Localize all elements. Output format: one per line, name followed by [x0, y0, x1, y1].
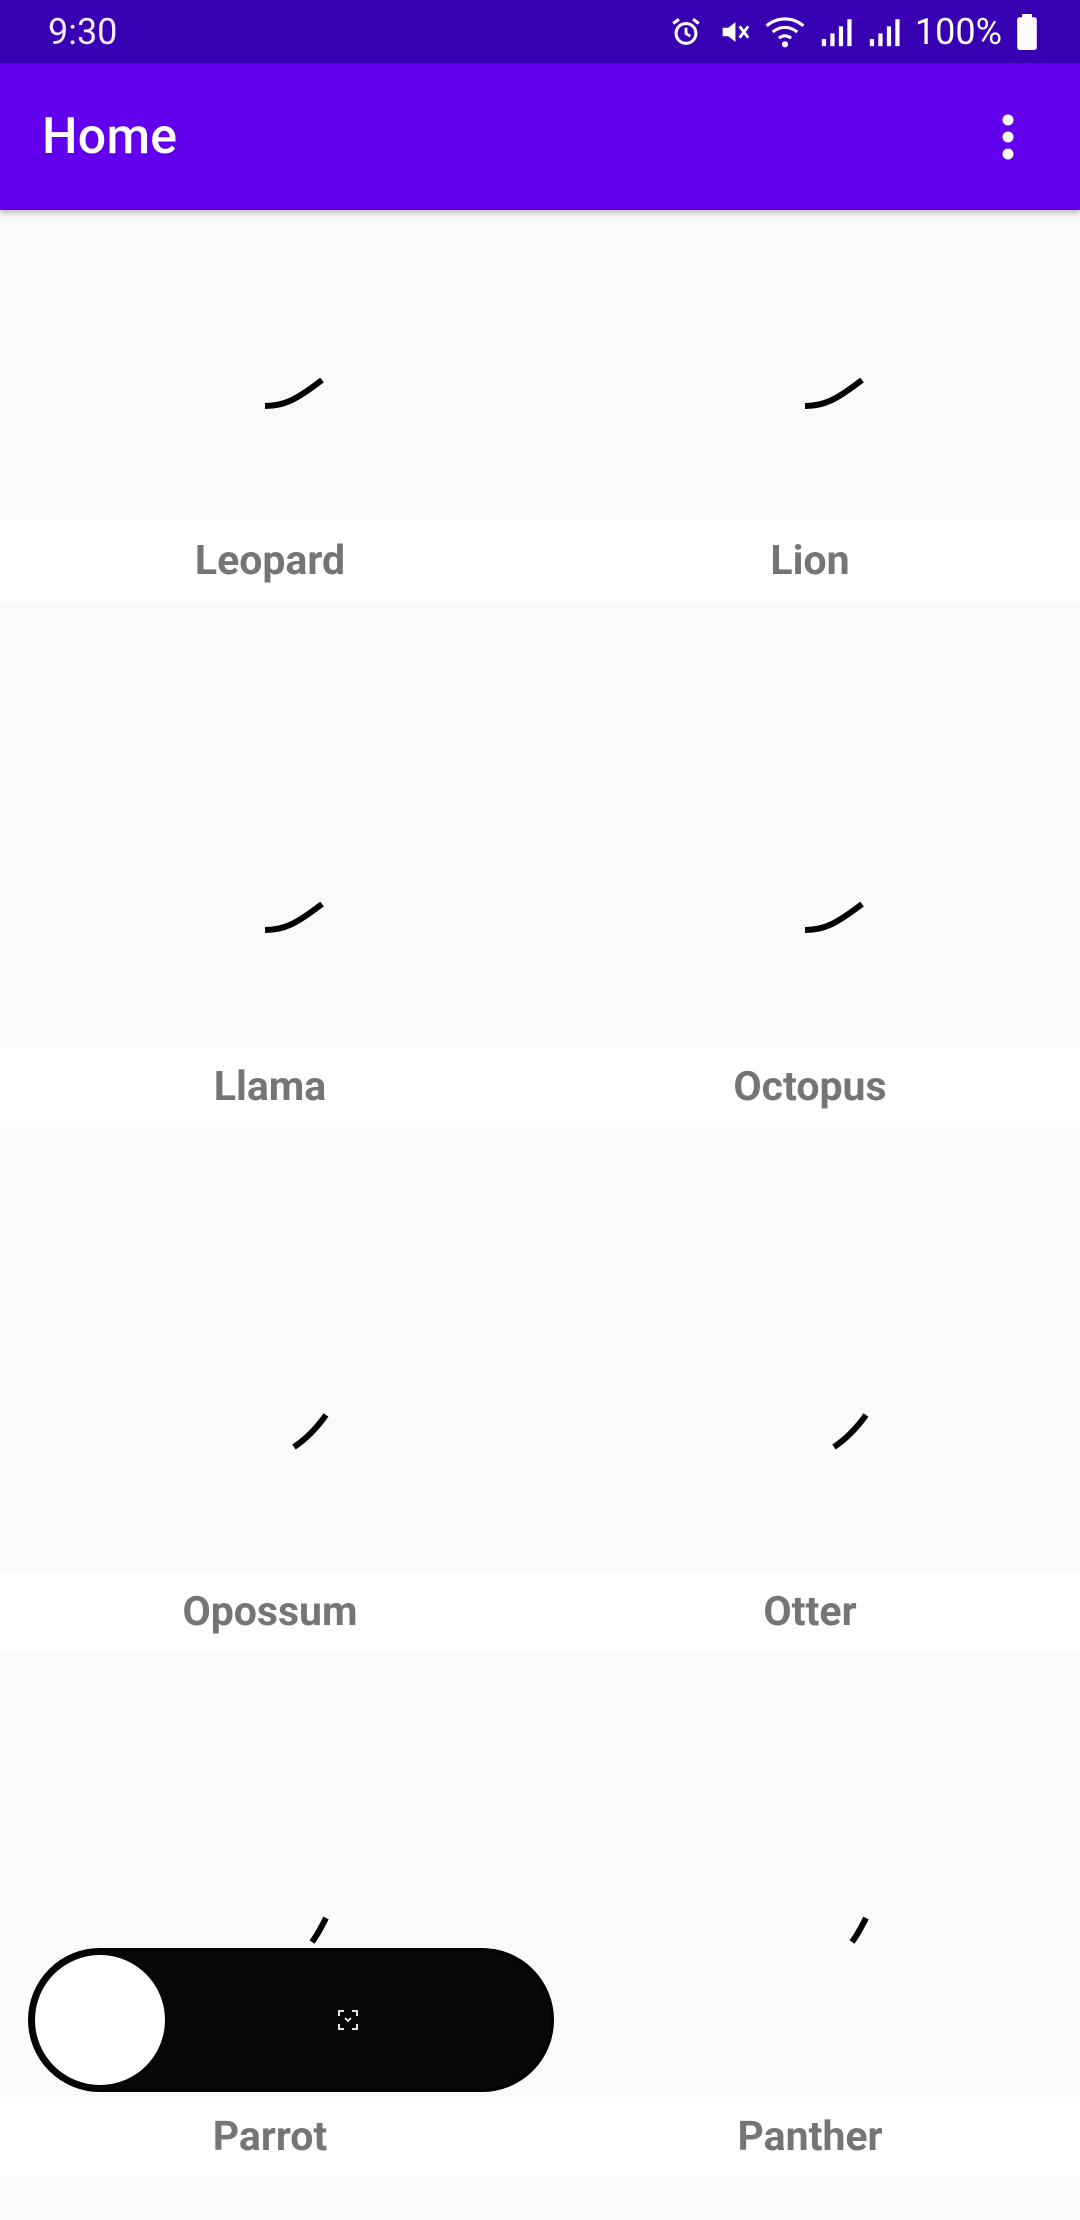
- loading-spinner-icon: [264, 901, 324, 933]
- loading-spinner-icon: [804, 901, 864, 933]
- grid-item[interactable]: Llama: [0, 602, 540, 1127]
- status-icons: 100%: [669, 11, 1038, 53]
- grid-row: Parrot Panther: [0, 1652, 1080, 2177]
- grid-item[interactable]: Otter: [540, 1127, 1080, 1652]
- grid-item-label: Llama: [213, 1063, 327, 1111]
- loading-spinner-icon: [832, 1413, 869, 1450]
- image-placeholder: [540, 1127, 1080, 1572]
- loading-spinner-icon: [849, 1916, 869, 1944]
- image-placeholder: [0, 1127, 540, 1572]
- grid-item-label: Octopus: [733, 1063, 887, 1111]
- more-vert-icon: [1002, 114, 1014, 159]
- loading-spinner-icon: [804, 377, 864, 409]
- wifi-icon: [765, 16, 805, 47]
- grid-row: Opossum Otter: [0, 1127, 1080, 1652]
- battery-icon: [1017, 13, 1037, 50]
- image-placeholder: [540, 210, 1080, 520]
- grid-row: Leopard Lion: [0, 210, 1080, 602]
- screenshot-capture-icon[interactable]: [337, 2009, 359, 2031]
- app-bar: Home: [0, 63, 1080, 210]
- toggle-knob[interactable]: [35, 1955, 165, 2085]
- grid-item-label: Parrot: [212, 2113, 328, 2161]
- grid-item[interactable]: Leopard: [0, 210, 540, 602]
- loading-spinner-icon: [292, 1413, 329, 1450]
- overflow-menu-button[interactable]: [978, 97, 1038, 177]
- grid-row: Llama Octopus: [0, 602, 1080, 1127]
- grid-item-label: Otter: [763, 1588, 857, 1636]
- image-placeholder: [540, 1652, 1080, 2097]
- grid-item[interactable]: Panther: [540, 1652, 1080, 2177]
- page-title: Home: [42, 107, 178, 166]
- grid-item[interactable]: Octopus: [540, 602, 1080, 1127]
- image-placeholder: [0, 602, 540, 1047]
- loading-spinner-icon: [309, 1916, 329, 1944]
- floating-toggle[interactable]: [28, 1948, 554, 2092]
- grid-item[interactable]: Opossum: [0, 1127, 540, 1652]
- status-bar: 9:30 100%: [0, 0, 1080, 63]
- signal-icon: [821, 18, 852, 46]
- signal-icon: [869, 18, 900, 46]
- grid-item-label: Opossum: [182, 1588, 358, 1636]
- animal-grid: Leopard Lion Llama Octopus Opossum Otter…: [0, 210, 1080, 2177]
- grid-item-label: Leopard: [194, 537, 346, 585]
- alarm-icon: [672, 17, 700, 45]
- grid-item-label: Panther: [737, 2113, 883, 2161]
- status-time: 9:30: [48, 10, 118, 53]
- grid-item[interactable]: Parrot: [0, 1652, 540, 2177]
- loading-spinner-icon: [264, 377, 324, 409]
- mute-icon: [722, 21, 750, 42]
- grid-item-label: Lion: [770, 537, 850, 585]
- battery-percent: 100%: [914, 10, 1002, 53]
- image-placeholder: [540, 602, 1080, 1047]
- grid-item[interactable]: Lion: [540, 210, 1080, 602]
- image-placeholder: [0, 210, 540, 520]
